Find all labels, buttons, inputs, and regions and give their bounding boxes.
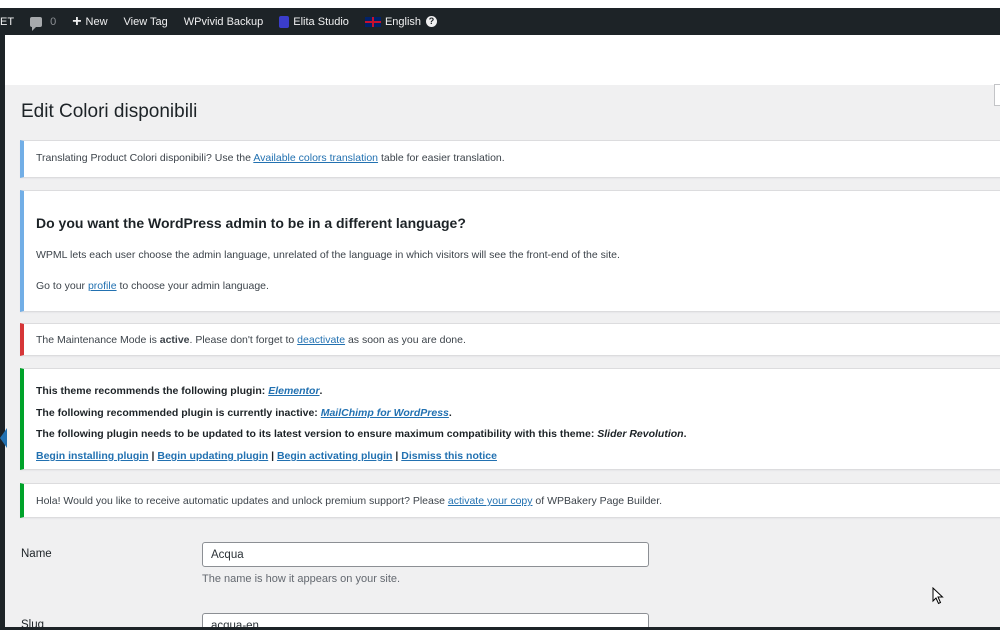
notice-text: The Maintenance Mode is <box>36 334 160 346</box>
mailchimp-link-label: MailChimp for WordPress <box>320 407 449 419</box>
language-label: English <box>384 15 422 28</box>
profile-link[interactable]: profile <box>88 280 117 292</box>
help-icon[interactable]: ? <box>426 16 438 27</box>
adminbar-cut-item[interactable]: ET <box>0 8 22 35</box>
notice-plugins: This theme recommends the following plug… <box>20 368 1000 470</box>
maintenance-status: active <box>159 334 190 346</box>
notice-text: . <box>683 428 687 440</box>
admin-bar: ET 0 + New View Tag WPvivid Backup Elita… <box>0 8 1000 35</box>
adminbar-comments[interactable]: 0 <box>22 8 64 35</box>
name-description: The name is how it appears on your site. <box>202 573 401 585</box>
name-input[interactable] <box>202 542 649 567</box>
notice-text: . Please don't forget to <box>189 334 298 346</box>
mouse-cursor-icon <box>932 587 944 605</box>
adminbar-language[interactable]: English ? <box>357 8 445 35</box>
notice-wpml-line2: Go to your profile to choose your admin … <box>36 280 269 292</box>
notice-text: . <box>448 407 452 419</box>
plus-icon: + <box>72 12 82 30</box>
adminbar-elita-studio[interactable]: Elita Studio <box>271 8 357 35</box>
notice-plugins-line1: This theme recommends the following plug… <box>36 385 322 397</box>
studio-icon <box>279 15 290 28</box>
notice-text: to choose your admin language. <box>116 280 269 292</box>
notice-wpbakery: Hola! Would you like to receive automati… <box>20 483 1000 518</box>
comment-icon <box>30 16 43 31</box>
available-colors-translation-link[interactable]: Available colors translation <box>253 152 378 164</box>
mailchimp-link[interactable]: MailChimp for WordPress <box>321 407 449 419</box>
elementor-link[interactable]: Elementor <box>268 385 319 397</box>
adminbar-new[interactable]: + New <box>64 8 115 35</box>
notice-text: The following recommended plugin is curr… <box>36 407 321 419</box>
screen-header-area <box>5 35 1000 85</box>
notice-wpml-language: Do you want the WordPress admin to be in… <box>20 190 1000 312</box>
notice-text: This theme recommends the following plug… <box>36 385 269 397</box>
notice-translation: Translating Product Colori disponibili? … <box>20 140 1000 178</box>
view-tag-label: View Tag <box>123 15 168 28</box>
activate-your-copy-link[interactable]: activate your copy <box>448 495 533 507</box>
notice-wpml-line1: WPML lets each user choose the admin lan… <box>36 249 620 261</box>
notice-text: of WPBakery Page Builder. <box>532 495 663 507</box>
dismiss-notice-link[interactable]: Dismiss this notice <box>401 450 497 462</box>
elementor-link-label: Elementor <box>268 385 320 397</box>
notice-plugins-line3: The following plugin needs to be updated… <box>36 428 687 440</box>
deactivate-link[interactable]: deactivate <box>297 334 345 346</box>
main-content: Edit Colori disponibili Translating Prod… <box>5 85 1000 630</box>
adminbar-cut-label: ET <box>0 15 15 28</box>
notice-text: The following plugin needs to be updated… <box>36 428 598 440</box>
comments-count: 0 <box>50 15 57 28</box>
begin-installing-link[interactable]: Begin installing plugin <box>36 450 149 462</box>
adminbar-view-tag[interactable]: View Tag <box>116 8 176 35</box>
notice-translation-text: Translating Product Colori disponibili? … <box>36 152 505 164</box>
screen: ET 0 + New View Tag WPvivid Backup Elita… <box>0 0 1000 630</box>
notice-text: Go to your <box>36 280 88 292</box>
notice-maintenance: The Maintenance Mode is active. Please d… <box>20 323 1000 356</box>
uk-flag-icon <box>364 16 381 27</box>
notice-maintenance-text: The Maintenance Mode is active. Please d… <box>36 334 466 346</box>
elita-label: Elita Studio <box>293 15 349 28</box>
top-strip <box>0 0 1000 8</box>
new-label: New <box>85 15 108 28</box>
notice-text: Hola! Would you like to receive automati… <box>36 495 448 507</box>
notice-wpml-heading: Do you want the WordPress admin to be in… <box>36 215 466 231</box>
notice-text: table for easier translation. <box>378 152 505 164</box>
adminbar-wpvivid[interactable]: WPvivid Backup <box>176 8 271 35</box>
begin-updating-link[interactable]: Begin updating plugin <box>157 450 268 462</box>
page-title: Edit Colori disponibili <box>21 101 198 122</box>
slider-revolution-name: Slider Revolution <box>597 428 684 440</box>
notice-text: . <box>319 385 323 397</box>
begin-activating-link[interactable]: Begin activating plugin <box>277 450 393 462</box>
separator: | <box>268 450 277 462</box>
screen-options-tab[interactable] <box>994 84 1000 106</box>
notice-wpbakery-text: Hola! Would you like to receive automati… <box>36 495 662 507</box>
collapse-arrow-icon[interactable] <box>0 428 7 448</box>
name-label: Name <box>21 548 52 560</box>
wpvivid-label: WPvivid Backup <box>183 15 264 28</box>
notice-plugins-actions: Begin installing plugin | Begin updating… <box>36 450 497 462</box>
notice-text: Translating Product Colori disponibili? … <box>36 152 254 164</box>
separator: | <box>392 450 402 462</box>
notice-text: as soon as you are done. <box>345 334 466 346</box>
notice-plugins-line2: The following recommended plugin is curr… <box>36 407 452 419</box>
